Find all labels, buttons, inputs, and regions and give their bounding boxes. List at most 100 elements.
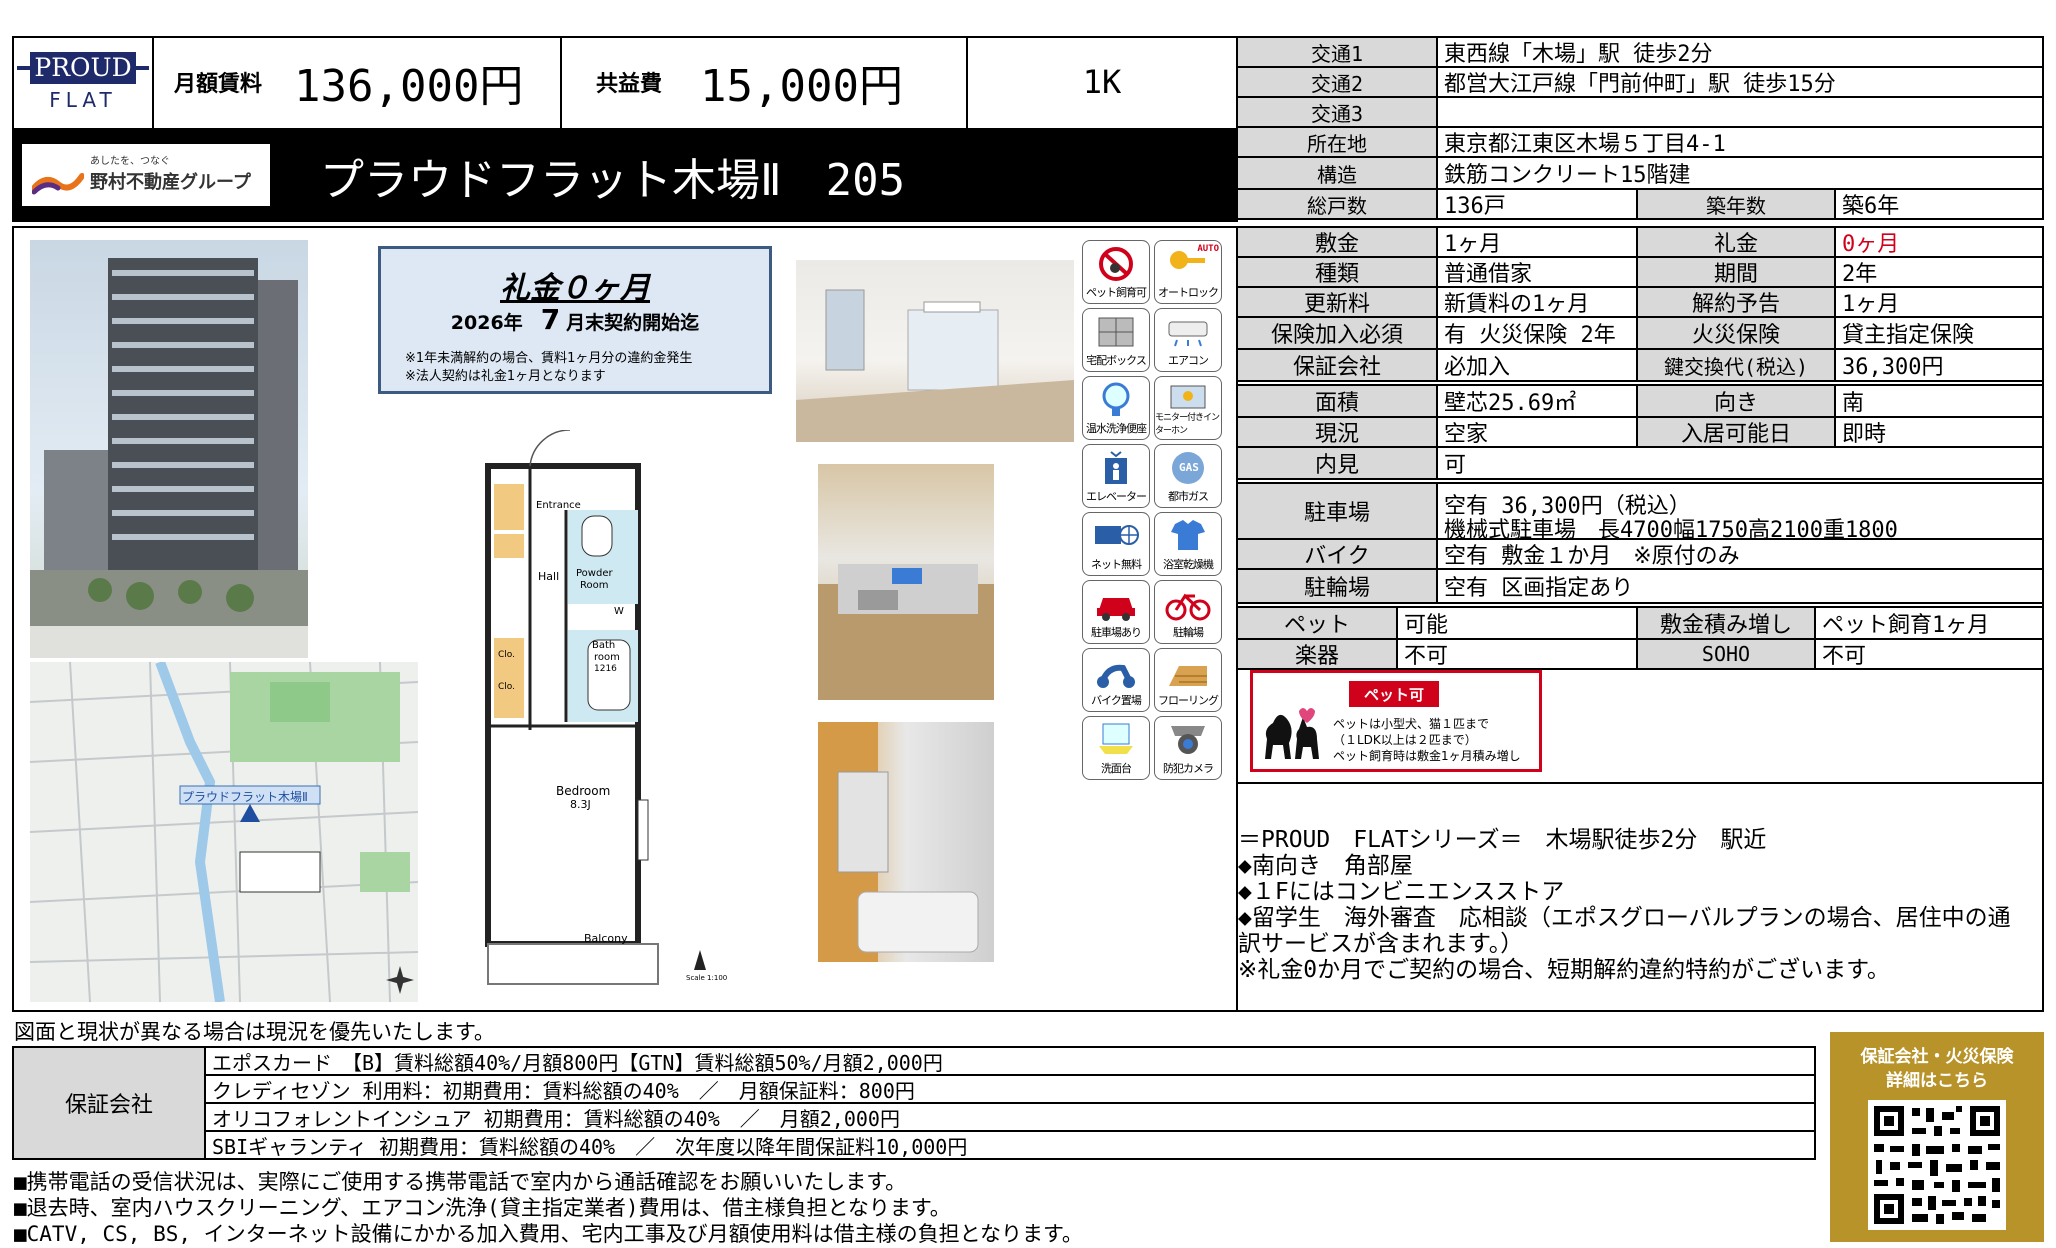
dog-cat-icon xyxy=(1265,708,1319,759)
area-map: プラウドフラット木場Ⅱ xyxy=(30,662,418,1002)
auto-lock-icon: AUTO xyxy=(1165,244,1219,282)
layout-type: 1K xyxy=(1082,63,1122,101)
qr-link-box[interactable]: 保証会社・火災保険 詳細はこちら xyxy=(1830,1032,2044,1242)
building-age-label: 築年数 xyxy=(1638,190,1834,218)
note-line-3: ■CATV, CS, BS, インターネット設備にかかる加入費用、宅内工事及び月… xyxy=(14,1222,1083,1246)
area-label: 面積 xyxy=(1238,386,1436,416)
access1-label: 交通1 xyxy=(1238,38,1436,66)
fire-insurance-value: 貸主指定保険 xyxy=(1842,323,1975,348)
insurance-required-value: 有 火災保険 2年 xyxy=(1444,323,1616,348)
guarantor-label: 保証会社 xyxy=(1238,350,1436,380)
flooring-icon xyxy=(1165,654,1211,690)
bike-parking-icon xyxy=(1093,654,1139,690)
guarantor-line-1: エポスカード 【B】賃料総額40%/月額800円【GTN】賃料総額50%/月額2… xyxy=(212,1050,943,1075)
total-units-label: 総戸数 xyxy=(1238,190,1436,218)
property-name: プラウドフラット木場Ⅱ 205 xyxy=(320,155,906,206)
free-internet-icon-tile: ネット無料 xyxy=(1082,512,1150,576)
campaign-year: 2026年 xyxy=(450,312,523,334)
monitor-intercom-icon-tile: モニター付きインターホン xyxy=(1154,376,1222,440)
address-value: 東京都江東区木場５丁目4-1 xyxy=(1444,132,1726,156)
extra-deposit-label: 敷金積み増し xyxy=(1638,608,1814,638)
air-conditioner-icon-tile: エアコン xyxy=(1154,308,1222,372)
elevator-icon xyxy=(1093,450,1139,486)
building-age-value: 築6年 xyxy=(1842,194,1900,218)
campaign-month: 7 xyxy=(540,303,561,336)
monitor-intercom-icon xyxy=(1165,382,1211,418)
address-label: 所在地 xyxy=(1238,128,1436,156)
remark-line-6: ※礼金0か月でご契約の場合、短期解約違約特約がございます。 xyxy=(1238,957,1890,983)
motorbike-label: バイク xyxy=(1238,540,1436,568)
nomura-logo: あしたを、つなぐ 野村不動産グループ xyxy=(22,144,270,206)
instrument-value: 不可 xyxy=(1404,644,1449,668)
city-gas-icon: GAS xyxy=(1165,450,1211,486)
soho-value: 不可 xyxy=(1822,644,1867,668)
key-exchange-label: 鍵交換代(税込) xyxy=(1638,350,1834,380)
access3-value xyxy=(1438,98,2038,126)
bathroom-dryer-icon-tile: 浴室乾燥機 xyxy=(1154,512,1222,576)
status-label: 現況 xyxy=(1238,418,1436,446)
access3-label: 交通3 xyxy=(1238,98,1436,126)
guarantor-line-3: オリコフォレントインシュア 初期費用：賃料総額の40% ／ 月額2,000円 xyxy=(212,1106,900,1131)
extra-deposit-value: ペット飼育1ヶ月 xyxy=(1822,613,1990,638)
insurance-required-label: 保険加入必須 xyxy=(1238,318,1436,348)
pet-badge-title: ペット可 xyxy=(1349,681,1439,707)
move-in-value: 即時 xyxy=(1842,422,1887,446)
lease-period-value: 2年 xyxy=(1842,262,1878,286)
car-parking-icon-tile: 駐車場あり xyxy=(1082,580,1150,644)
free-internet-icon xyxy=(1093,518,1139,554)
floor-plan: Entrance Hall Powder Room W Bath room 12… xyxy=(470,429,740,990)
total-units-value: 136戸 xyxy=(1444,194,1506,218)
viewing-label: 内見 xyxy=(1238,448,1436,478)
bidet-icon-tile: 温水洗浄便座 xyxy=(1082,376,1150,440)
notice-period-label: 解約予告 xyxy=(1638,288,1834,316)
renewal-fee-value: 新賃料の1ヶ月 xyxy=(1444,292,1590,316)
kitchen-photo xyxy=(818,464,994,700)
map-property-label: プラウドフラット木場Ⅱ xyxy=(182,790,308,804)
proud-flat-logo: PROUD FLAT xyxy=(14,38,152,126)
guarantor-value: 必加入 xyxy=(1444,355,1511,380)
orientation-value: 南 xyxy=(1842,391,1865,416)
structure-label: 構造 xyxy=(1238,158,1436,188)
bicycle-label: 駐輪場 xyxy=(1238,570,1436,602)
auto-lock-icon-tile: AUTO オートロック xyxy=(1154,240,1222,304)
delivery-box-icon-tile: 宅配ボックス xyxy=(1082,308,1150,372)
bike-parking-icon-tile: バイク置場 xyxy=(1082,648,1150,712)
access1-value: 東西線「木場」駅 徒歩2分 xyxy=(1444,42,1713,66)
campaign-box: 礼金０ヶ月 2026年 7 月末契約開始迄 ※1年未満解約の場合、賃料1ヶ月分の… xyxy=(378,246,772,394)
campaign-date-suffix: 月末契約開始迄 xyxy=(566,312,700,334)
bathroom-dryer-icon xyxy=(1165,518,1211,554)
viewing-value: 可 xyxy=(1444,453,1467,478)
washbasin-icon-tile: 洗面台 xyxy=(1082,716,1150,780)
pet-label: ペット xyxy=(1238,608,1396,638)
fee-label: 共益費 xyxy=(596,72,663,97)
bicycle-value: 空有 区画指定あり xyxy=(1444,576,1634,601)
campaign-note-1: ※1年未満解約の場合、賃料1ヶ月分の違約金発生 xyxy=(405,351,693,366)
area-value: 壁芯25.69㎡ xyxy=(1444,391,1577,416)
campaign-title: 礼金０ヶ月 xyxy=(500,271,650,306)
deposit-value: 1ヶ月 xyxy=(1444,232,1502,256)
security-camera-icon xyxy=(1165,722,1211,758)
instrument-label: 楽器 xyxy=(1238,640,1396,668)
flooring-icon-tile: フローリング xyxy=(1154,648,1222,712)
lease-type-value: 普通借家 xyxy=(1444,262,1533,286)
air-conditioner-icon xyxy=(1165,314,1211,350)
orientation-label: 向き xyxy=(1638,386,1834,416)
key-exchange-value: 36,300円 xyxy=(1842,355,1944,380)
bicycle-parking-icon-tile: 駐輪場 xyxy=(1154,580,1222,644)
access2-label: 交通2 xyxy=(1238,68,1436,96)
living-room-photo xyxy=(796,260,1074,442)
city-gas-icon-tile: GAS 都市ガス xyxy=(1154,444,1222,508)
rent-label: 月額賃料 xyxy=(174,72,263,97)
move-in-label: 入居可能日 xyxy=(1638,418,1834,446)
bicycle-parking-icon xyxy=(1165,586,1211,622)
building-photo xyxy=(30,240,308,658)
qr-code-icon[interactable] xyxy=(1868,1100,2006,1230)
elevator-icon-tile: エレベーター xyxy=(1082,444,1150,508)
disclaimer: 図面と現状が異なる場合は現況を優先いたします。 xyxy=(14,1020,495,1044)
status-value: 空家 xyxy=(1444,422,1489,446)
renewal-fee-label: 更新料 xyxy=(1238,288,1436,316)
structure-value: 鉄筋コンクリート15階建 xyxy=(1444,163,1691,188)
nomura-swoosh-icon xyxy=(32,173,84,195)
lease-type-label: 種類 xyxy=(1238,258,1436,286)
car-parking-label: 駐車場 xyxy=(1238,484,1436,538)
